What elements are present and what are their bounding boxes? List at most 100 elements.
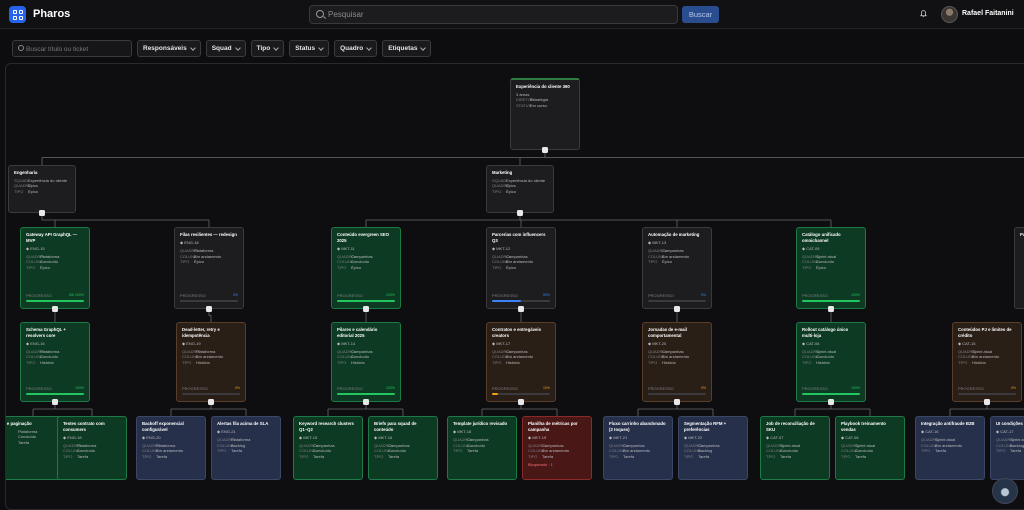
field-label: TIPO (996, 447, 1006, 453)
field-value: Concluído (351, 259, 370, 265)
chevron-down-icon (273, 44, 280, 51)
progress-label: PROGRESSO (26, 385, 52, 391)
task-node[interactable]: Job de reconciliação de SKU ◆ CAT-07 QUADR… (760, 416, 830, 480)
expand-toggle[interactable] (542, 147, 548, 153)
task-node[interactable]: Fluxo carrinho abandonado (3 toques) ◆ MK… (603, 416, 673, 480)
task-node[interactable]: UI condições empresa◆ CAT-17QUADROSprint… (990, 416, 1024, 480)
field-value: Tarefa (77, 453, 89, 459)
filter-status[interactable]: Status (289, 40, 330, 57)
assistant-avatar-button[interactable] (992, 478, 1018, 504)
epic-node[interactable]: Parcerias com influencers Q3 ◆ MKT-12 QUAD… (486, 227, 556, 309)
node-field: TIPO Épico (337, 265, 395, 270)
story-node[interactable]: Conteúdos PJ e limites de crédito ◆ CAT-1… (952, 322, 1022, 402)
expand-toggle[interactable] (518, 306, 524, 312)
ticket-id: ◆ MKT-21 (609, 434, 628, 440)
filter-responsaveis[interactable]: Responsáveis (137, 40, 201, 57)
field-value: Tarefa (935, 447, 947, 453)
field-value: Concluído (40, 354, 59, 360)
user-avatar[interactable] (941, 6, 958, 23)
story-node[interactable]: Rollout catálogo único multi-loja ◆ CAT-0… (796, 322, 866, 402)
expand-toggle[interactable] (674, 306, 680, 312)
expand-toggle[interactable] (518, 399, 524, 405)
expand-toggle[interactable] (984, 399, 990, 405)
task-node[interactable]: Integração antifraude B2B ◆ CAT-16 QUADROS… (915, 416, 985, 480)
field-value: Epics (28, 183, 38, 189)
expand-toggle[interactable] (208, 399, 214, 405)
field-value: Em curso (530, 102, 547, 108)
task-node[interactable]: Briefs para squad de conteúdo ◆ MKT-16 QUA… (368, 416, 438, 480)
field-label: TIPO (802, 264, 812, 270)
field-label: TIPO (492, 264, 502, 270)
field-label: TIPO (374, 453, 384, 459)
expand-toggle[interactable] (206, 306, 212, 312)
field-value: Em andamento (972, 354, 1000, 360)
field-label: TIPO (958, 359, 968, 365)
progress-label: PROGRESSO (802, 385, 828, 391)
story-node[interactable]: Contratos e entregáveis creators ◆ MKT-17… (486, 322, 556, 402)
story-node[interactable]: Dead-letter, retry e idempotência ◆ ENG-1… (176, 322, 246, 402)
task-node[interactable]: Segmentação RFM + preferências ◆ MKT-22 QU… (678, 416, 748, 480)
tree-canvas[interactable]: Experiência do cliente 360 3 áreas DIRETOR… (5, 63, 1024, 510)
field-label: TIPO (921, 447, 931, 453)
expand-toggle[interactable] (517, 210, 523, 216)
progress-label: PROGRESSO (492, 292, 518, 298)
task-node[interactable]: Planilha de métricas por campanha ◆ MKT-1… (522, 416, 592, 480)
expand-toggle[interactable] (52, 306, 58, 312)
epic-node[interactable]: Gateway API GraphQL — MVP ◆ ENG-15 QUADROP… (20, 227, 90, 309)
expand-toggle[interactable] (363, 399, 369, 405)
field-value: Sprint atual (1010, 437, 1024, 443)
field-value: Em andamento (935, 442, 963, 448)
node-title: Testes contrato com consumers (63, 421, 105, 432)
task-node[interactable]: Alertas fila acima de SLA ◆ ENG-21 QUADROP… (211, 416, 281, 480)
filter-search-input[interactable] (26, 43, 126, 55)
epic-node[interactable]: Pa (1014, 227, 1024, 309)
expand-toggle[interactable] (52, 399, 58, 405)
expand-toggle[interactable] (674, 399, 680, 405)
node-field: TIPO Tarefa (996, 448, 1024, 453)
user-name[interactable]: Rafael Faitanini (962, 10, 1014, 17)
global-search-input[interactable] (328, 8, 668, 21)
task-node[interactable]: Template jurídico revisado ◆ MKT-18 QUADRO… (447, 416, 517, 480)
progress-label: PROGRESSO (802, 292, 828, 298)
ticket-id: ◆ MKT-16 (374, 434, 393, 440)
chevron-down-icon (318, 44, 324, 51)
node-field: TIPO Épico (802, 265, 860, 270)
story-node[interactable]: Schema GraphQL + resolvers core ◆ ENG-16 Q… (20, 322, 90, 402)
node-title: r e paginação (5, 421, 32, 426)
area-node[interactable]: Marketing SQUADExperiência do cliente QUAD… (486, 165, 554, 213)
story-node[interactable]: Jornadas de e-mail comportamental ◆ MKT-2… (642, 322, 712, 402)
task-node[interactable]: Backoff exponencial configurável ◆ ENG-20… (136, 416, 206, 480)
story-node[interactable]: Pilares e calendário editorial 2025 ◆ MKT… (331, 322, 401, 402)
epic-node[interactable]: Catálogo unificado omnichannel ◆ CAT-05 QU… (796, 227, 866, 309)
task-node[interactable]: Keyword research clusters Q1–Q2 ◆ MKT-15 Q… (293, 416, 363, 480)
progress-bar (337, 300, 395, 302)
field-value: Tarefa (780, 453, 792, 459)
epic-node[interactable]: Automação de marketing ◆ MKT-13 QUADROCamp… (642, 227, 712, 309)
filter-quadro[interactable]: Quadro (334, 40, 378, 57)
progress-bar (802, 393, 860, 395)
filter-etiquetas[interactable]: Etiquetas (382, 40, 432, 57)
task-node[interactable]: Testes contrato com consumers ◆ ENG-18 QUA… (57, 416, 127, 480)
filter-squad[interactable]: Squad (205, 40, 246, 57)
node-field: TIPO Tarefa (63, 454, 121, 459)
epic-node[interactable]: Filas resilientes — redesign ◆ ENG-18 QUAD… (174, 227, 244, 309)
progress-bar (492, 300, 550, 302)
area-node[interactable]: Engenharia SQUADExperiência do cliente QUA… (8, 165, 76, 213)
progress-label: PROGRESSO (180, 292, 206, 298)
field-value: Plataforma (156, 442, 176, 448)
pharos-logo-icon[interactable] (9, 6, 26, 23)
bell-icon[interactable] (919, 9, 928, 18)
epic-node[interactable]: Conteúdo evergreen SEO 2025 ◆ MKT-11 QUADR… (331, 227, 401, 309)
expand-toggle[interactable] (828, 306, 834, 312)
ticket-id: ◆ CAT-17 (996, 428, 1014, 434)
field-value: Em andamento (156, 448, 184, 454)
expand-toggle[interactable] (363, 306, 369, 312)
field-label: TIPO (841, 453, 851, 459)
filter-tipo[interactable]: Tipo (250, 40, 285, 57)
field-value: Em andamento (196, 354, 224, 360)
expand-toggle[interactable] (39, 210, 45, 216)
task-node[interactable]: Playbook treinamento vendas ◆ CAT-08 QUADR… (835, 416, 905, 480)
expand-toggle[interactable] (828, 399, 834, 405)
root-node[interactable]: Experiência do cliente 360 3 áreas DIRETOR… (510, 78, 580, 150)
search-button[interactable]: Buscar (682, 6, 719, 23)
